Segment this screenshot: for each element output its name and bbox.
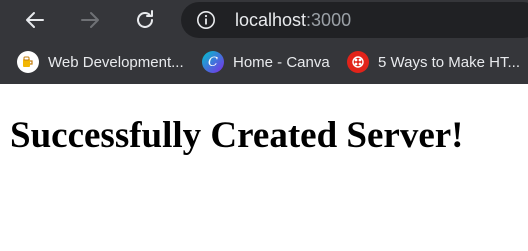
back-button[interactable] — [19, 4, 51, 36]
address-bar[interactable]: localhost:3000 — [181, 2, 528, 38]
bookmark-web-development[interactable]: Web Development... — [17, 50, 184, 74]
address-url[interactable]: localhost:3000 — [235, 9, 351, 31]
forward-button[interactable] — [74, 4, 106, 36]
reload-icon — [137, 10, 153, 28]
canva-letter: C — [208, 54, 218, 70]
bookmarks-bar: Web Development... C Home - Canva 5 Ways… — [0, 41, 528, 84]
browser-toolbar: localhost:3000 — [0, 0, 528, 41]
bookmark-label: Home - Canva — [233, 53, 330, 71]
url-host: localhost — [235, 10, 307, 30]
back-arrow-icon — [26, 12, 44, 28]
bookmark-label: 5 Ways to Make HT... — [378, 53, 520, 71]
bookmark-favicon-webdev-icon — [17, 51, 39, 73]
reload-button[interactable] — [129, 4, 161, 36]
bookmark-home-canva[interactable]: C Home - Canva — [202, 50, 330, 74]
bookmark-5-ways[interactable]: 5 Ways to Make HT... — [347, 50, 520, 74]
forward-arrow-icon — [81, 12, 99, 28]
url-port: :3000 — [306, 10, 352, 30]
page-content: Successfully Created Server! — [0, 84, 528, 251]
page-heading: Successfully Created Server! — [10, 115, 464, 156]
bookmark-label: Web Development... — [48, 53, 184, 71]
canva-icon: C — [202, 51, 224, 73]
site-info-icon[interactable] — [196, 10, 216, 30]
browser-chrome: localhost:3000 Web Development... C Home… — [0, 0, 528, 84]
red-circle-favicon-icon — [347, 51, 369, 73]
